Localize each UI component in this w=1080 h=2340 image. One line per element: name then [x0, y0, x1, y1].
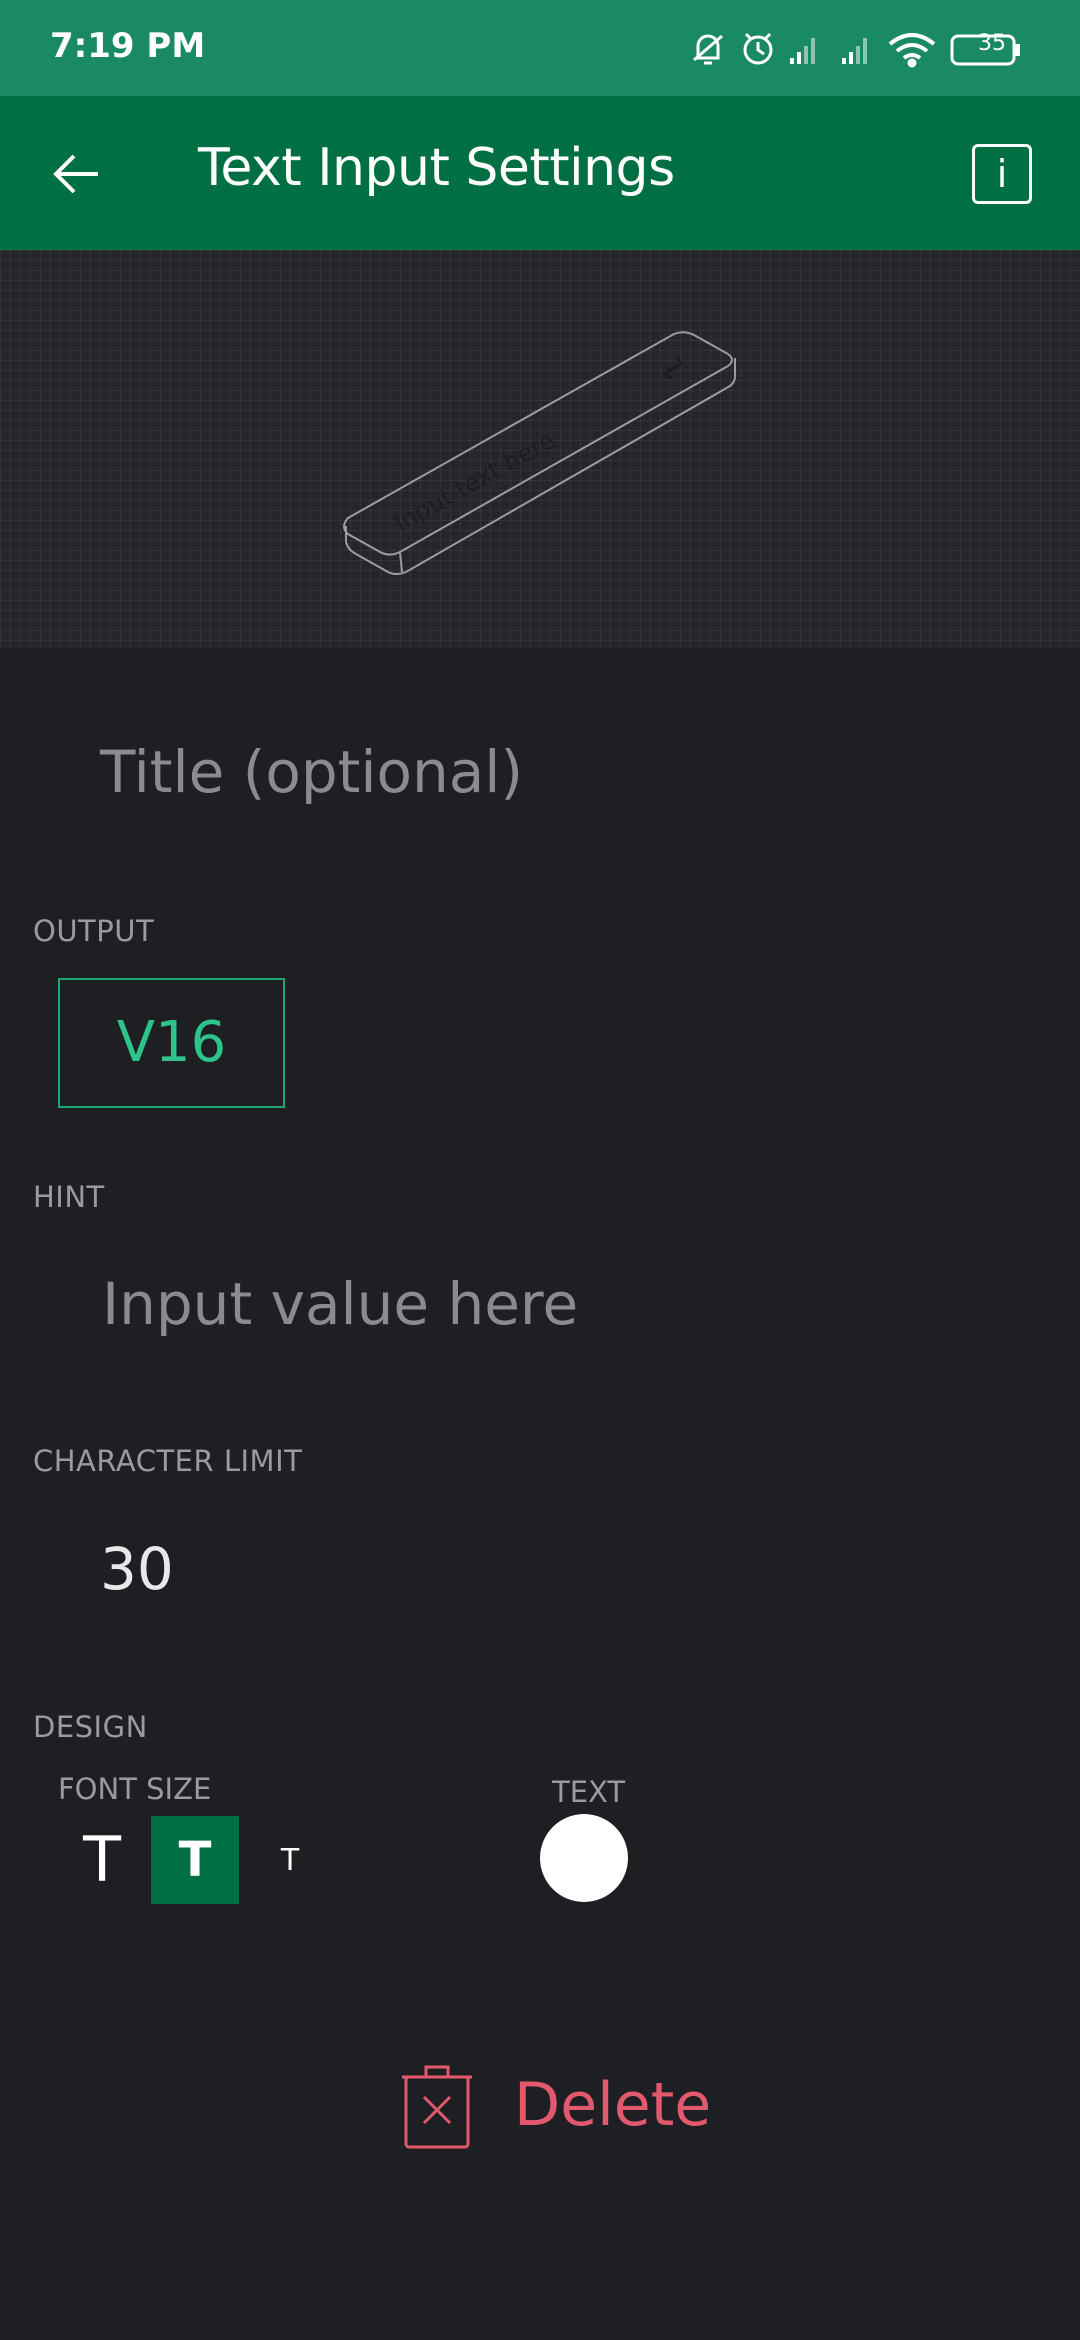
widget-placeholder: Input text here	[389, 426, 559, 537]
trash-icon	[402, 2065, 472, 2149]
status-time: 7:19 PM	[50, 26, 206, 66]
mute-icon	[693, 34, 723, 65]
hint-label: HINT	[33, 1180, 105, 1214]
status-bar: 7:19 PM 35	[0, 0, 1080, 96]
arrow-left-icon	[53, 154, 98, 194]
app-bar: Text Input Settings i	[0, 96, 1080, 250]
info-icon: i	[996, 152, 1008, 196]
text-color-label: TEXT	[552, 1775, 626, 1809]
wifi-icon	[888, 33, 936, 68]
design-label: DESIGN	[33, 1710, 148, 1744]
font-size-label: FONT SIZE	[58, 1772, 212, 1806]
char-limit-input[interactable]: 30	[100, 1535, 174, 1603]
char-limit-label: CHARACTER LIMIT	[33, 1444, 303, 1478]
status-icons: 35	[690, 28, 1040, 68]
hint-input[interactable]: Input value here	[102, 1270, 578, 1338]
font-size-small-button[interactable]: T	[270, 1816, 310, 1904]
battery-level: 35	[978, 31, 1006, 56]
title-input[interactable]: Title (optional)	[100, 738, 523, 806]
text-color-swatch[interactable]	[540, 1814, 628, 1902]
delete-button[interactable]: Delete	[400, 2060, 711, 2160]
info-button[interactable]: i	[972, 144, 1032, 204]
font-size-medium-button[interactable]: T	[151, 1816, 239, 1904]
output-label: OUTPUT	[33, 914, 155, 948]
widget-preview: Input text here	[0, 250, 1080, 648]
output-pin-selector[interactable]: V16	[58, 978, 285, 1108]
alarm-icon	[743, 32, 773, 65]
font-size-large-button[interactable]: T	[68, 1816, 136, 1904]
delete-label: Delete	[514, 2070, 712, 2140]
page-title: Text Input Settings	[198, 138, 675, 198]
signal-icon	[790, 38, 815, 64]
signal-icon	[842, 38, 867, 64]
back-button[interactable]	[40, 138, 112, 210]
